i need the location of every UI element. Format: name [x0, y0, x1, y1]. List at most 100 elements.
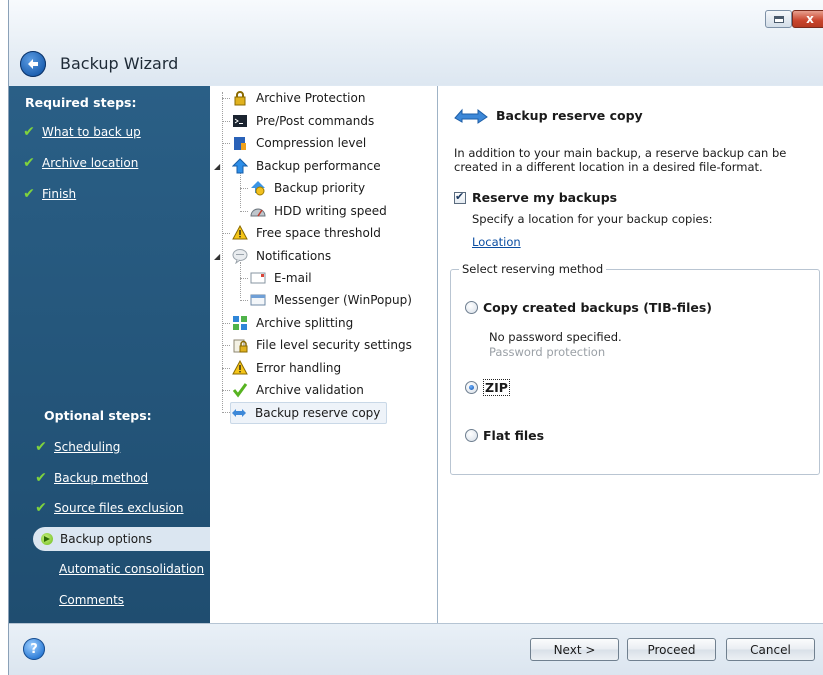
- reserve-backups-label[interactable]: Reserve my backups: [472, 190, 617, 205]
- email-icon: [250, 272, 266, 284]
- option-zip[interactable]: ZIP: [465, 379, 510, 396]
- tree-item-label: File level security settings: [256, 338, 412, 352]
- reserve-backups-checkbox[interactable]: [454, 190, 466, 204]
- step-label[interactable]: Automatic consolidation: [59, 562, 204, 576]
- option-label[interactable]: Flat files: [483, 428, 544, 443]
- tree-connector: [222, 92, 223, 410]
- collapse-icon[interactable]: ◢: [214, 162, 220, 171]
- tree-connector: [240, 211, 248, 212]
- step-comments[interactable]: Comments: [59, 593, 124, 607]
- tree-item-label: Pre/Post commands: [256, 114, 375, 128]
- step-finish[interactable]: ✔ Finish: [23, 186, 76, 202]
- option-label[interactable]: ZIP: [483, 379, 510, 396]
- reserve-backups-option[interactable]: Reserve my backups: [454, 190, 617, 205]
- step-label[interactable]: Archive location: [42, 156, 138, 170]
- step-label[interactable]: Comments: [59, 593, 124, 607]
- warning-icon: [232, 225, 248, 240]
- required-steps-heading: Required steps:: [25, 95, 137, 110]
- tree-item-label: Backup priority: [274, 181, 366, 195]
- collapse-icon[interactable]: ◢: [214, 252, 220, 261]
- backup-wizard-window: x Backup Wizard Required steps: ✔ What t…: [8, 0, 823, 675]
- tree-item-backup-performance[interactable]: Backup performance: [232, 156, 381, 176]
- tree-item-label: Free space threshold: [256, 226, 381, 240]
- tree-item-notifications[interactable]: Notifications: [232, 246, 331, 266]
- tree-connector: [222, 233, 230, 234]
- next-button[interactable]: Next >: [530, 638, 619, 661]
- step-label[interactable]: Backup method: [54, 471, 148, 485]
- messenger-icon: [250, 294, 266, 306]
- tree-item-messenger[interactable]: Messenger (WinPopup): [250, 290, 412, 310]
- step-what-to-back-up[interactable]: ✔ What to back up: [23, 124, 141, 140]
- tree-item-compression-level[interactable]: Compression level: [232, 133, 366, 153]
- optional-steps-heading: Optional steps:: [44, 408, 152, 423]
- help-button[interactable]: ?: [23, 638, 45, 660]
- steps-sidebar: Required steps: ✔ What to back up ✔ Arch…: [9, 86, 210, 623]
- check-icon: ✔: [35, 439, 47, 455]
- step-label[interactable]: Source files exclusion: [54, 501, 184, 515]
- step-scheduling[interactable]: ✔ Scheduling: [35, 439, 120, 455]
- back-button[interactable]: [20, 51, 46, 77]
- step-label[interactable]: What to back up: [42, 125, 141, 139]
- tree-item-backup-priority[interactable]: Backup priority: [250, 178, 365, 198]
- console-icon: [233, 115, 247, 127]
- option-label[interactable]: Copy created backups (TIB-files): [483, 300, 712, 315]
- step-archive-location[interactable]: ✔ Archive location: [23, 155, 138, 171]
- page-title: Backup reserve copy: [454, 106, 643, 124]
- tree-connector: [222, 345, 230, 346]
- back-arrow-icon: [28, 59, 38, 69]
- step-backup-options[interactable]: Backup options: [33, 527, 210, 551]
- tree-item-label: HDD writing speed: [274, 204, 387, 218]
- tree-item-error-handling[interactable]: Error handling: [232, 358, 341, 378]
- tree-connector: [222, 390, 230, 391]
- reserve-copy-icon: [454, 108, 488, 124]
- check-icon: ✔: [23, 124, 35, 140]
- help-icon: ?: [30, 641, 38, 657]
- minimize-button[interactable]: [765, 10, 792, 28]
- current-step-arrow-icon: [41, 533, 53, 545]
- tree-item-archive-splitting[interactable]: Archive splitting: [232, 313, 353, 333]
- flat-files-radio[interactable]: [465, 429, 478, 442]
- tree-item-email[interactable]: E-mail: [250, 268, 312, 288]
- check-icon: ✔: [35, 470, 47, 486]
- step-automatic-consolidation[interactable]: Automatic consolidation: [59, 562, 204, 576]
- step-backup-method[interactable]: ✔ Backup method: [35, 470, 148, 486]
- window-title: Backup Wizard: [60, 54, 179, 73]
- proceed-button[interactable]: Proceed: [627, 638, 716, 661]
- close-button[interactable]: x: [792, 10, 823, 28]
- up-arrow-icon: [232, 158, 248, 174]
- tree-item-free-space-threshold[interactable]: Free space threshold: [232, 223, 381, 243]
- tree-item-label: Backup reserve copy: [255, 406, 381, 420]
- speedometer-icon: [250, 208, 266, 217]
- security-icon: [233, 339, 248, 353]
- copy-created-backups-radio[interactable]: [465, 301, 478, 314]
- tree-item-file-level-security[interactable]: File level security settings: [232, 335, 412, 355]
- tree-item-backup-reserve-copy[interactable]: Backup reserve copy: [230, 402, 388, 424]
- step-label[interactable]: Scheduling: [54, 440, 120, 454]
- check-icon: ✔: [23, 155, 35, 171]
- zip-radio[interactable]: [465, 381, 478, 394]
- tree-item-pre-post-commands[interactable]: Pre/Post commands: [232, 111, 374, 131]
- cancel-button[interactable]: Cancel: [726, 638, 815, 661]
- tree-connector: [222, 143, 230, 144]
- tree-item-label: Archive validation: [256, 383, 364, 397]
- password-protection-text: Password protection: [489, 345, 606, 359]
- tree-item-archive-protection[interactable]: Archive Protection: [232, 88, 365, 108]
- options-tree: ◢ ◢ Archive Protection Pre/Post commands…: [210, 86, 438, 623]
- notification-icon: [232, 249, 248, 264]
- compression-icon: [234, 137, 246, 150]
- tree-item-label: E-mail: [274, 271, 312, 285]
- check-icon: [232, 383, 248, 398]
- tree-item-archive-validation[interactable]: Archive validation: [232, 380, 364, 400]
- tree-connector: [240, 188, 248, 189]
- step-label[interactable]: Finish: [42, 187, 76, 201]
- option-copy-created-backups[interactable]: Copy created backups (TIB-files): [465, 300, 712, 315]
- location-link[interactable]: Location: [472, 235, 521, 249]
- lock-icon: [234, 91, 246, 106]
- specify-location-text: Specify a location for your backup copie…: [472, 212, 713, 226]
- option-flat-files[interactable]: Flat files: [465, 428, 544, 443]
- tree-item-hdd-writing-speed[interactable]: HDD writing speed: [250, 201, 387, 221]
- step-source-files-exclusion[interactable]: ✔ Source files exclusion: [35, 500, 184, 516]
- tree-connector: [222, 323, 230, 324]
- step-label[interactable]: Backup options: [60, 532, 152, 546]
- title-bar: x Backup Wizard: [9, 0, 823, 85]
